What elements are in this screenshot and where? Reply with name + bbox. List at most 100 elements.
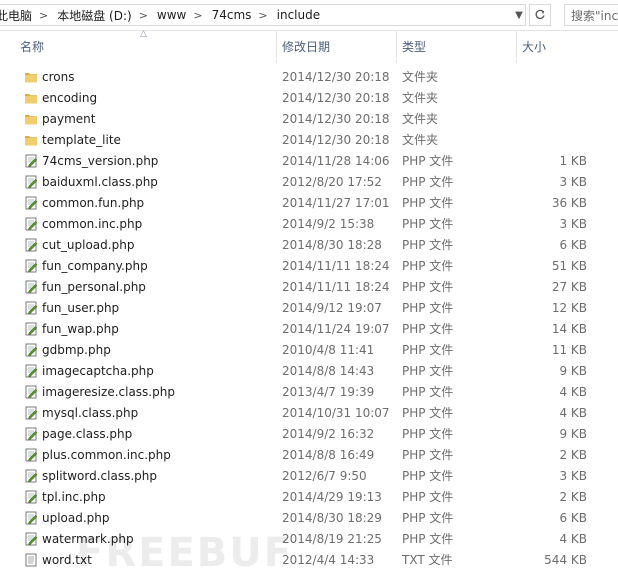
php-file-icon xyxy=(24,448,38,462)
folder-icon xyxy=(24,91,38,105)
chevron-right-icon[interactable]: > xyxy=(188,9,207,22)
file-type: PHP 文件 xyxy=(402,364,454,378)
file-name: 74cms_version.php xyxy=(42,154,159,168)
file-row[interactable]: fun_user.php 2014/9/12 19:07 PHP 文件 12 KB xyxy=(0,298,618,319)
file-row[interactable]: encoding 2014/12/30 20:18 文件夹 xyxy=(0,88,618,109)
php-file-icon xyxy=(24,301,38,315)
file-row[interactable]: imagecaptcha.php 2014/8/8 14:43 PHP 文件 9 KB xyxy=(0,361,618,382)
file-row[interactable]: fun_company.php 2014/11/11 18:24 PHP 文件 51 … xyxy=(0,256,618,277)
file-type: PHP 文件 xyxy=(402,301,454,315)
column-header-type[interactable]: 类型 xyxy=(402,30,512,63)
file-type: PHP 文件 xyxy=(402,511,454,525)
file-name: fun_user.php xyxy=(42,301,120,315)
file-name: tpl.inc.php xyxy=(42,490,106,504)
file-row[interactable]: 74cms_version.php 2014/11/28 14:06 PHP 文件 1… xyxy=(0,151,618,172)
file-type: PHP 文件 xyxy=(402,490,454,504)
file-name: imagecaptcha.php xyxy=(42,364,154,378)
chevron-right-icon[interactable]: > xyxy=(253,9,272,22)
refresh-icon xyxy=(535,9,545,20)
file-modified-date: 2013/4/7 19:39 xyxy=(282,385,375,399)
column-header-date[interactable]: 修改日期 xyxy=(282,30,392,63)
file-name: imageresize.class.php xyxy=(42,385,175,399)
file-modified-date: 2014/11/11 18:24 xyxy=(282,280,390,294)
breadcrumb-www[interactable]: www xyxy=(153,8,188,22)
breadcrumb-include[interactable]: include xyxy=(273,8,322,22)
file-row[interactable]: common.inc.php 2014/9/2 15:38 PHP 文件 3 KB xyxy=(0,214,618,235)
text-file-icon xyxy=(24,553,38,567)
column-divider[interactable] xyxy=(396,30,397,63)
file-row[interactable]: page.class.php 2014/9/2 16:32 PHP 文件 9 KB xyxy=(0,424,618,445)
php-file-icon xyxy=(24,217,38,231)
file-type: PHP 文件 xyxy=(402,175,454,189)
file-modified-date: 2014/12/30 20:18 xyxy=(282,112,390,126)
file-modified-date: 2014/12/30 20:18 xyxy=(282,91,390,105)
file-row[interactable]: common.fun.php 2014/11/27 17:01 PHP 文件 36 K… xyxy=(0,193,618,214)
file-row[interactable]: upload.php 2014/8/30 18:29 PHP 文件 6 KB xyxy=(0,508,618,529)
search-input[interactable]: 搜索"inc xyxy=(564,4,618,26)
file-size: 2 KB xyxy=(559,448,587,462)
breadcrumb-drive-d[interactable]: 本地磁盘 (D:) xyxy=(53,7,133,24)
file-modified-date: 2014/11/24 19:07 xyxy=(282,322,390,336)
column-header-name[interactable]: 名称 xyxy=(20,30,274,63)
file-row[interactable]: baiduxml.class.php 2012/8/20 17:52 PHP 文件 3… xyxy=(0,172,618,193)
file-row[interactable]: fun_personal.php 2014/11/11 18:24 PHP 文件 27… xyxy=(0,277,618,298)
file-row[interactable]: gdbmp.php 2010/4/8 11:41 PHP 文件 11 KB xyxy=(0,340,618,361)
file-row[interactable]: splitword.class.php 2012/6/7 9:50 PHP 文件 3 … xyxy=(0,466,618,487)
breadcrumb[interactable]: 此电脑 > 本地磁盘 (D:) > www > 74cms > include xyxy=(0,4,526,26)
column-header-size[interactable]: 大小 xyxy=(522,30,612,63)
file-row[interactable]: payment 2014/12/30 20:18 文件夹 xyxy=(0,109,618,130)
breadcrumb-74cms[interactable]: 74cms xyxy=(208,8,254,22)
php-file-icon xyxy=(24,406,38,420)
breadcrumb-this-pc[interactable]: 此电脑 xyxy=(0,7,34,24)
file-row[interactable]: tpl.inc.php 2014/4/29 19:13 PHP 文件 2 KB xyxy=(0,487,618,508)
column-divider[interactable] xyxy=(516,30,517,63)
file-size: 2 KB xyxy=(559,490,587,504)
address-bar: 此电脑 > 本地磁盘 (D:) > www > 74cms > include … xyxy=(0,0,618,31)
php-file-icon xyxy=(24,175,38,189)
file-type: PHP 文件 xyxy=(402,427,454,441)
chevron-right-icon[interactable]: > xyxy=(134,9,153,22)
file-size: 9 KB xyxy=(559,364,587,378)
file-modified-date: 2014/8/30 18:28 xyxy=(282,238,382,252)
file-name: gdbmp.php xyxy=(42,343,111,357)
file-row[interactable]: cut_upload.php 2014/8/30 18:28 PHP 文件 6 KB xyxy=(0,235,618,256)
file-name: mysql.class.php xyxy=(42,406,139,420)
file-row[interactable]: mysql.class.php 2014/10/31 10:07 PHP 文件 4 K… xyxy=(0,403,618,424)
search-placeholder: 搜索"inc xyxy=(571,8,618,23)
file-name: upload.php xyxy=(42,511,110,525)
file-modified-date: 2012/6/7 9:50 xyxy=(282,469,367,483)
file-modified-date: 2014/11/28 14:06 xyxy=(282,154,390,168)
php-file-icon xyxy=(24,364,38,378)
file-name: baiduxml.class.php xyxy=(42,175,158,189)
file-row[interactable]: template_lite 2014/12/30 20:18 文件夹 xyxy=(0,130,618,151)
file-list: crons 2014/12/30 20:18 文件夹 encoding 2014/12/… xyxy=(0,67,618,571)
file-type: PHP 文件 xyxy=(402,385,454,399)
file-modified-date: 2014/12/30 20:18 xyxy=(282,133,390,147)
file-type: TXT 文件 xyxy=(402,553,453,567)
file-type: PHP 文件 xyxy=(402,532,454,546)
file-name: crons xyxy=(42,70,75,84)
chevron-right-icon[interactable]: > xyxy=(34,9,53,22)
watermark: FREEBUF xyxy=(76,530,294,576)
file-name: fun_personal.php xyxy=(42,280,146,294)
file-row[interactable]: crons 2014/12/30 20:18 文件夹 xyxy=(0,67,618,88)
refresh-button[interactable] xyxy=(529,4,551,26)
chevron-down-icon[interactable]: ▼ xyxy=(512,7,526,23)
file-row[interactable]: plus.common.inc.php 2014/8/8 16:49 PHP 文件 2… xyxy=(0,445,618,466)
column-divider[interactable] xyxy=(276,30,277,63)
file-name: payment xyxy=(42,112,96,126)
file-modified-date: 2014/4/29 19:13 xyxy=(282,490,382,504)
file-name: cut_upload.php xyxy=(42,238,135,252)
file-type: PHP 文件 xyxy=(402,322,454,336)
file-modified-date: 2010/4/8 11:41 xyxy=(282,343,375,357)
php-file-icon xyxy=(24,238,38,252)
file-size: 544 KB xyxy=(544,553,587,567)
file-size: 9 KB xyxy=(559,427,587,441)
file-modified-date: 2014/9/2 16:32 xyxy=(282,427,375,441)
file-size: 4 KB xyxy=(559,385,587,399)
file-row[interactable]: imageresize.class.php 2013/4/7 19:39 PHP 文… xyxy=(0,382,618,403)
file-size: 3 KB xyxy=(559,175,587,189)
file-size: 6 KB xyxy=(559,511,587,525)
file-size: 12 KB xyxy=(551,301,587,315)
file-row[interactable]: fun_wap.php 2014/11/24 19:07 PHP 文件 14 KB xyxy=(0,319,618,340)
